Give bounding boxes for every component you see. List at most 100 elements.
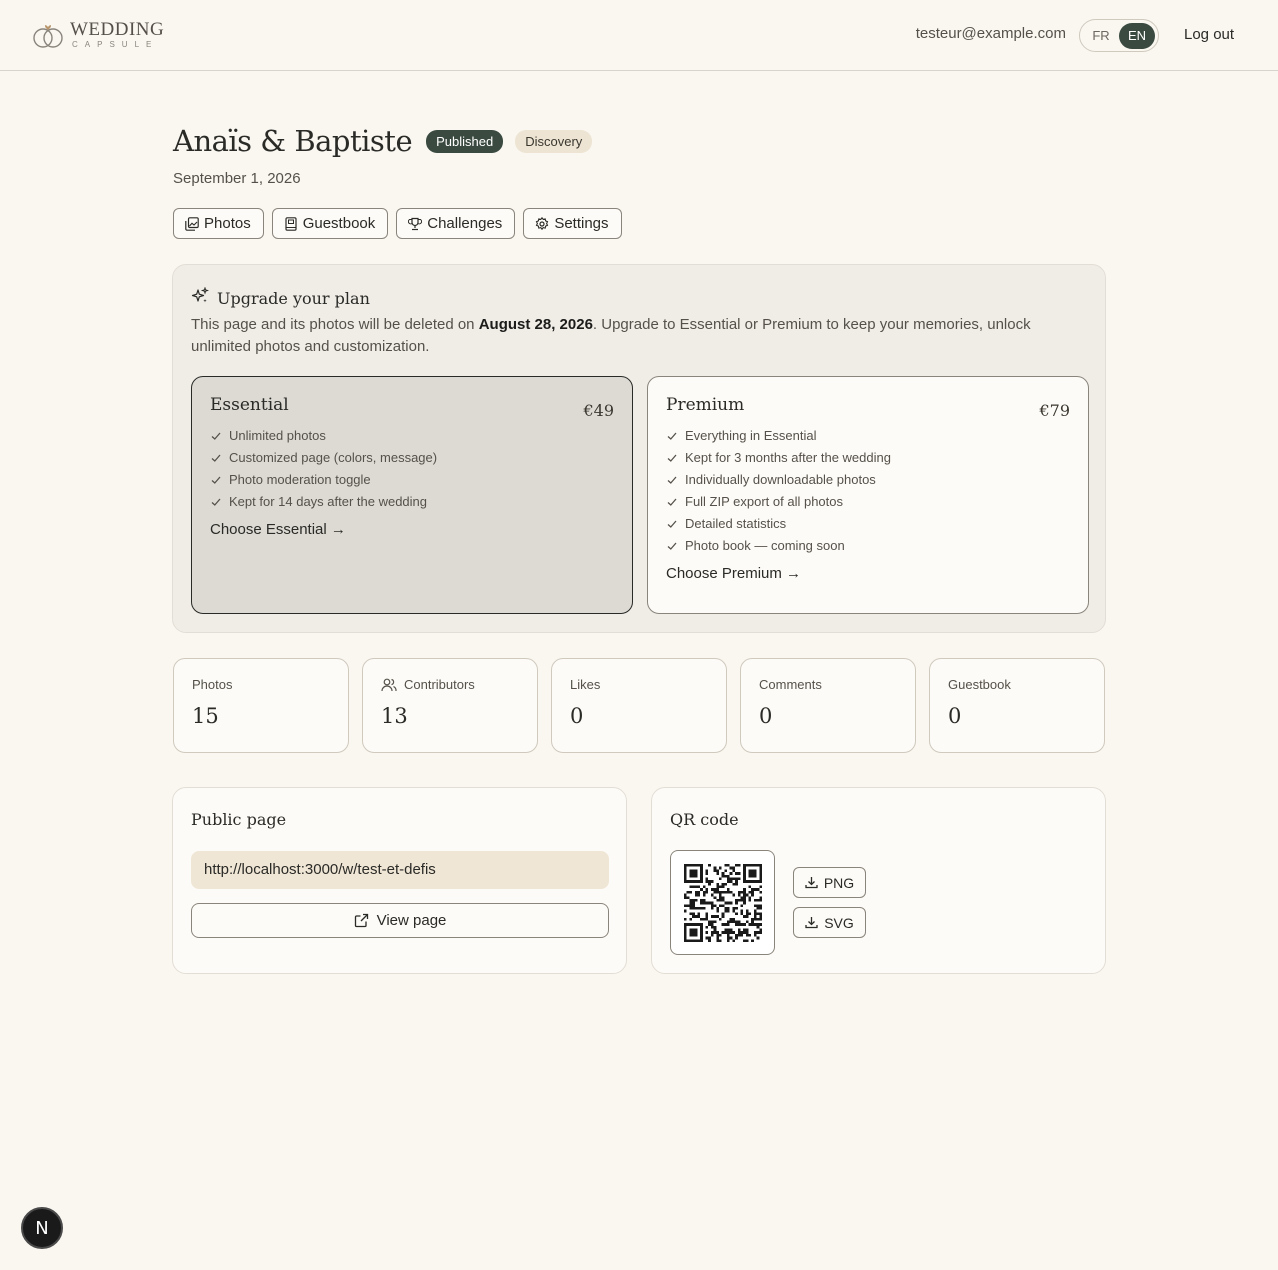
feature-label: Individually downloadable photos xyxy=(685,472,876,487)
stat-label: Comments xyxy=(759,677,822,692)
gear-icon xyxy=(535,216,549,231)
stat-card-guestbook: Guestbook 0 xyxy=(929,658,1105,753)
stat-value: 15 xyxy=(192,704,219,728)
feature-item: Individually downloadable photos xyxy=(666,469,1070,491)
feature-label: Everything in Essential xyxy=(685,428,817,443)
event-header: Anaïs & Baptiste Published Discovery xyxy=(173,124,593,158)
feature-item: Photo moderation toggle xyxy=(210,469,614,491)
plan-price: €79 xyxy=(1039,401,1070,420)
stat-card-photos: Photos 15 xyxy=(173,658,349,753)
tab-challenges[interactable]: Challenges xyxy=(396,208,516,239)
feature-label: Photo moderation toggle xyxy=(229,472,371,487)
check-icon xyxy=(210,452,222,464)
tab-label: Guestbook xyxy=(302,215,376,232)
upgrade-text-start: This page and its photos will be deleted… xyxy=(191,316,479,333)
feature-item: Detailed statistics xyxy=(666,513,1070,535)
download-svg-button[interactable]: SVG xyxy=(793,907,866,938)
feature-label: Full ZIP export of all photos xyxy=(685,494,844,509)
stat-value: 13 xyxy=(381,704,408,728)
card-title: Public page xyxy=(191,810,287,829)
trophy-icon xyxy=(408,217,423,231)
qr-code-image xyxy=(670,850,775,955)
plan-name: Essential xyxy=(210,395,289,415)
check-icon xyxy=(666,452,678,464)
sparkles-icon xyxy=(191,286,210,310)
check-icon xyxy=(666,540,678,552)
feature-item: Kept for 3 months after the wedding xyxy=(666,447,1070,469)
upgrade-header: Upgrade your plan xyxy=(191,286,370,310)
stats-row: Photos 15 Contributors 13 Likes 0 Commen… xyxy=(173,658,1105,753)
stat-label: Photos xyxy=(192,677,233,692)
tab-guestbook[interactable]: Guestbook xyxy=(271,208,389,239)
download-svg-label: SVG xyxy=(824,914,854,931)
stat-card-comments: Comments 0 xyxy=(740,658,916,753)
users-icon xyxy=(381,678,397,692)
plan-badge: Discovery xyxy=(515,129,593,153)
stat-value: 0 xyxy=(759,704,773,728)
tab-label: Settings xyxy=(554,215,609,232)
event-date: September 1, 2026 xyxy=(173,170,301,187)
plan-price: €49 xyxy=(583,401,614,420)
deletion-date: August 28, 2026 xyxy=(478,316,593,333)
logo-word: WEDDING xyxy=(70,18,165,40)
feature-item: Customized page (colors, message) xyxy=(210,447,614,469)
check-icon xyxy=(666,496,678,508)
check-icon xyxy=(210,496,222,508)
download-icon xyxy=(805,876,818,889)
feature-item: Kept for 14 days after the wedding xyxy=(210,491,614,513)
plan-card-essential[interactable]: Essential €49 Unlimited photos Customize… xyxy=(191,376,633,614)
public-page-card: Public page http://localhost:3000/w/test… xyxy=(172,787,627,974)
lang-en-button[interactable]: EN xyxy=(1119,22,1155,49)
top-bar: WEDDING CAPSULE testeur@example.com FR E… xyxy=(0,0,1278,71)
feature-item: Full ZIP export of all photos xyxy=(666,491,1070,513)
language-switcher: FR EN xyxy=(1079,19,1159,52)
book-icon xyxy=(284,216,298,231)
stat-label: Guestbook xyxy=(948,677,1011,692)
view-page-label: View page xyxy=(376,912,447,929)
logout-button[interactable]: Log out xyxy=(1184,26,1234,43)
event-tabs: Photos Guestbook Challenges Settings xyxy=(173,208,622,239)
stat-label: Contributors xyxy=(404,677,475,692)
view-page-button[interactable]: View page xyxy=(191,903,609,938)
feature-item: Photo book — coming soon xyxy=(666,535,1070,557)
card-title: QR code xyxy=(670,810,739,829)
nextjs-dev-badge[interactable]: N xyxy=(21,1207,63,1249)
feature-label: Detailed statistics xyxy=(685,516,787,531)
feature-label: Kept for 3 months after the wedding xyxy=(685,450,891,465)
choose-premium-button[interactable]: Choose Premium → xyxy=(666,565,801,582)
check-icon xyxy=(666,430,678,442)
public-url-field[interactable]: http://localhost:3000/w/test-et-defis xyxy=(191,851,609,889)
choose-essential-button[interactable]: Choose Essential → xyxy=(210,521,346,538)
page-title: Anaïs & Baptiste xyxy=(173,124,413,158)
stat-label-row: Contributors xyxy=(381,677,519,692)
feature-label: Customized page (colors, message) xyxy=(229,450,438,465)
qr-code-graphic xyxy=(683,863,762,942)
download-png-button[interactable]: PNG xyxy=(793,867,866,898)
rings-icon xyxy=(33,25,63,48)
qr-code-card: QR code PNG SVG xyxy=(651,787,1106,974)
lang-fr-button[interactable]: FR xyxy=(1083,23,1119,49)
feature-label: Kept for 14 days after the wedding xyxy=(229,494,428,509)
stat-label: Likes xyxy=(570,677,601,692)
stat-card-contributors: Contributors 13 xyxy=(362,658,538,753)
download-icon xyxy=(805,916,818,929)
stat-card-likes: Likes 0 xyxy=(551,658,727,753)
tab-settings[interactable]: Settings xyxy=(523,208,622,239)
check-icon xyxy=(666,518,678,530)
feature-label: Unlimited photos xyxy=(229,428,326,443)
download-png-label: PNG xyxy=(823,874,855,891)
logo-subtitle: CAPSULE xyxy=(72,39,159,49)
plan-name: Premium xyxy=(666,395,745,415)
tab-photos[interactable]: Photos xyxy=(173,208,264,239)
feature-item: Unlimited photos xyxy=(210,425,614,447)
stat-value: 0 xyxy=(948,704,962,728)
upgrade-description: This page and its photos will be deleted… xyxy=(191,314,1091,358)
plan-card-premium[interactable]: Premium €79 Everything in Essential Kept… xyxy=(647,376,1089,614)
feature-label: Photo book — coming soon xyxy=(685,538,845,553)
logo[interactable]: WEDDING CAPSULE xyxy=(32,18,164,50)
check-icon xyxy=(666,474,678,486)
photos-icon xyxy=(185,216,199,231)
tab-label: Challenges xyxy=(427,215,503,232)
plan-features: Unlimited photos Customized page (colors… xyxy=(210,425,614,513)
upgrade-title: Upgrade your plan xyxy=(217,289,370,308)
